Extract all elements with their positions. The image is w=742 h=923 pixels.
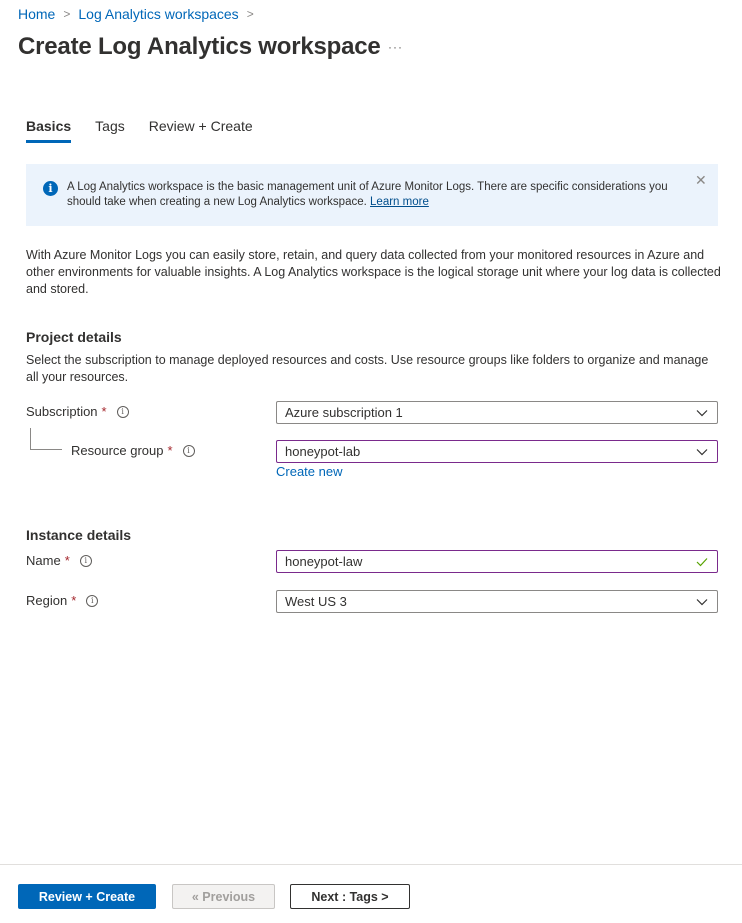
breadcrumb: Home > Log Analytics workspaces > (18, 6, 262, 22)
workspace-name-value: honeypot-law (285, 554, 363, 569)
chevron-right-icon: > (246, 7, 254, 21)
name-label: Name * i (26, 553, 92, 568)
tab-basics[interactable]: Basics (26, 118, 72, 143)
info-circle-icon[interactable]: i (182, 444, 195, 457)
subscription-label: Subscription * i (26, 404, 129, 419)
tab-tags[interactable]: Tags (95, 118, 125, 143)
tree-connector-line (30, 428, 62, 450)
review-create-button[interactable]: Review + Create (18, 884, 156, 909)
create-new-resource-group-link[interactable]: Create new (276, 464, 342, 479)
resource-group-value: honeypot-lab (285, 444, 361, 459)
more-options-icon[interactable]: ··· (388, 40, 403, 54)
required-marker: * (167, 443, 173, 458)
resource-group-label: Resource group * i (71, 443, 195, 458)
instance-details-heading: Instance details (26, 527, 132, 543)
region-label-text: Region (26, 593, 68, 608)
info-banner: i A Log Analytics workspace is the basic… (26, 164, 718, 226)
workspace-name-input[interactable]: honeypot-law (276, 550, 718, 573)
project-details-heading: Project details (26, 329, 122, 345)
subscription-value: Azure subscription 1 (285, 405, 403, 420)
subscription-label-text: Subscription (26, 404, 98, 419)
previous-button[interactable]: « Previous (172, 884, 275, 909)
next-tags-button[interactable]: Next : Tags > (290, 884, 410, 909)
chevron-right-icon: > (63, 7, 71, 21)
region-label: Region * i (26, 593, 99, 608)
required-marker: * (71, 593, 77, 608)
chevron-down-icon (695, 595, 709, 609)
info-icon: i (43, 181, 58, 196)
region-value: West US 3 (285, 594, 347, 609)
page-title: Create Log Analytics workspace (18, 33, 381, 60)
resource-group-label-text: Resource group (71, 443, 164, 458)
region-dropdown[interactable]: West US 3 (276, 590, 718, 613)
breadcrumb-log-analytics-workspaces[interactable]: Log Analytics workspaces (78, 6, 238, 22)
required-marker: * (101, 404, 107, 419)
chevron-down-icon (695, 406, 709, 420)
close-icon[interactable]: ✕ (695, 172, 707, 189)
subscription-dropdown[interactable]: Azure subscription 1 (276, 401, 718, 424)
footer-divider (0, 864, 742, 865)
page-description: With Azure Monitor Logs you can easily s… (26, 248, 721, 296)
checkmark-icon (695, 555, 709, 569)
chevron-down-icon (695, 445, 709, 459)
resource-group-dropdown[interactable]: honeypot-lab (276, 440, 718, 463)
info-circle-icon[interactable]: i (79, 554, 92, 567)
project-details-description: Select the subscription to manage deploy… (26, 353, 709, 384)
banner-message: A Log Analytics workspace is the basic m… (67, 181, 668, 208)
tab-bar: Basics Tags Review + Create (26, 118, 277, 143)
banner-text: A Log Analytics workspace is the basic m… (67, 180, 687, 210)
info-circle-icon[interactable]: i (116, 405, 129, 418)
name-label-text: Name (26, 553, 61, 568)
info-circle-icon[interactable]: i (86, 594, 99, 607)
learn-more-link[interactable]: Learn more (370, 196, 429, 208)
tab-review-create[interactable]: Review + Create (149, 118, 253, 143)
required-marker: * (64, 553, 70, 568)
breadcrumb-home[interactable]: Home (18, 6, 55, 22)
